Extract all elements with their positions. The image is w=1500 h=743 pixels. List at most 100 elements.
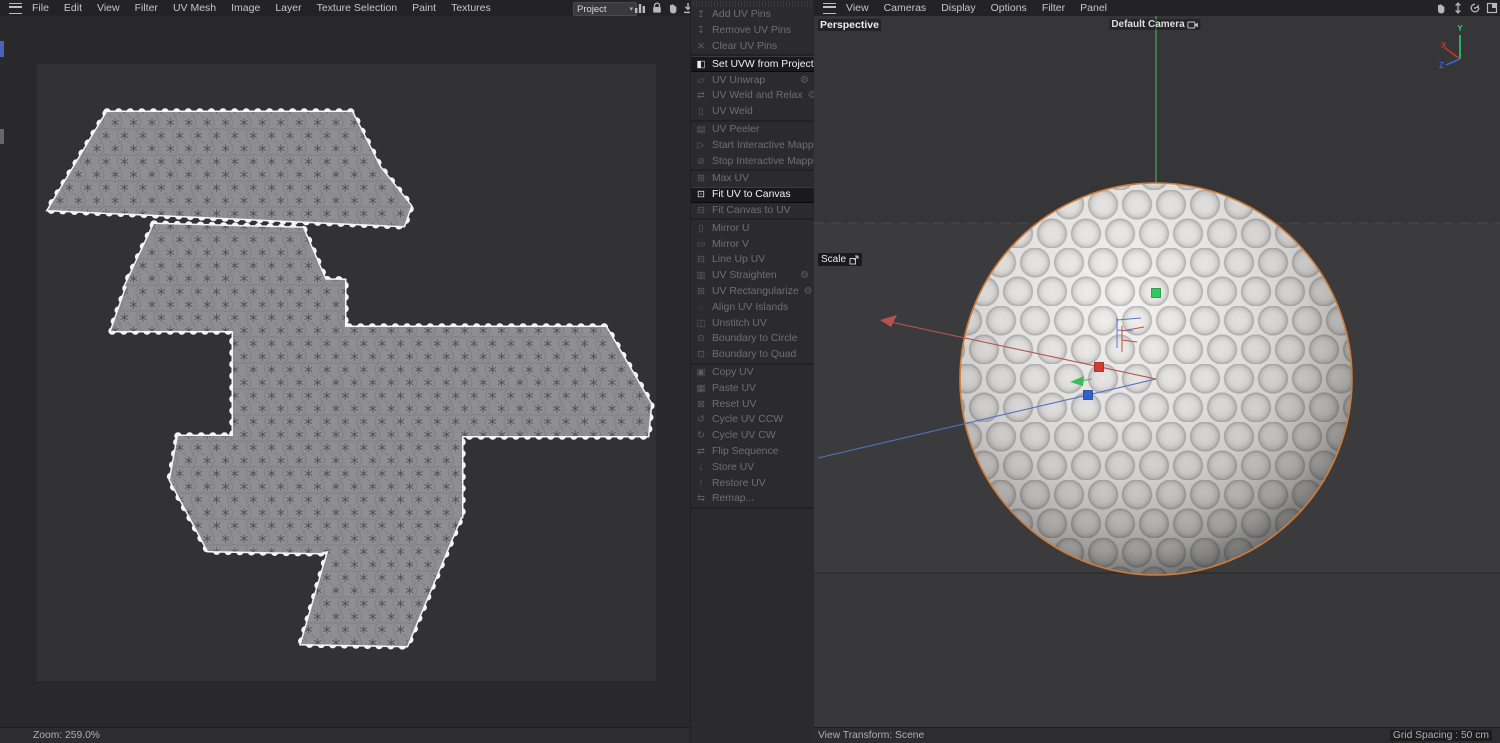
hamburger-menu-icon[interactable]	[9, 3, 22, 14]
project-dropdown[interactable]: Project ▾	[573, 2, 637, 16]
command-group: ▯Mirror U▭Mirror V⊟Line Up UV▥UV Straigh…	[691, 220, 814, 364]
menu-item-uv-mesh[interactable]: UV Mesh	[173, 2, 216, 14]
cycle-uv-ccw-icon: ↺	[695, 414, 707, 425]
uv-texture-view	[0, 16, 690, 727]
project-dropdown-label: Project	[577, 4, 607, 15]
command-set-uvw-from-projection[interactable]: ◧Set UVW from Projection⚙	[691, 56, 814, 72]
menu-item-edit[interactable]: Edit	[64, 2, 82, 14]
command-label: Mirror U	[712, 223, 750, 234]
command-label: Restore UV	[712, 478, 766, 489]
viewport-camera-label[interactable]: Default Camera	[1109, 19, 1200, 30]
x-scale-handle[interactable]	[1095, 363, 1104, 372]
max-uv-icon: ⊞	[695, 173, 707, 184]
viewport-view-label[interactable]: Perspective	[818, 19, 881, 31]
command-label: Add UV Pins	[712, 9, 771, 20]
flip-sequence-icon: ⇄	[695, 446, 707, 457]
mirror-u-icon: ▯	[695, 223, 707, 234]
command-fit-uv-to-canvas[interactable]: ⊡Fit UV to Canvas	[691, 187, 814, 203]
menu-item-options[interactable]: Options	[991, 2, 1027, 14]
command-paste-uv: ▦Paste UV	[691, 380, 814, 396]
command-label: Store UV	[712, 462, 754, 473]
menu-item-textures[interactable]: Textures	[451, 2, 491, 14]
command-unstitch-uv: ◫ Unstitch UV	[691, 315, 814, 331]
command-label: Max UV	[712, 173, 749, 184]
orientation-axis-gizmo[interactable]: Y X Z	[1436, 22, 1482, 68]
command-boundary-to-quad: ⊡Boundary to Quad	[691, 347, 814, 363]
command-cycle-uv-ccw: ↺Cycle UV CCW	[691, 412, 814, 428]
menu-item-filter[interactable]: Filter	[135, 2, 158, 14]
command-group: ◧Set UVW from Projection⚙▱UV Unwrap⚙⇄UV …	[691, 56, 814, 121]
command-label: Stop Interactive Mapping	[712, 156, 814, 167]
left-menubar: File Edit View Filter UV Mesh Image Layer Textu…	[0, 0, 690, 16]
menu-item-view[interactable]: View	[846, 2, 869, 14]
menu-item-layer[interactable]: Layer	[275, 2, 301, 14]
y-scale-handle[interactable]	[1152, 289, 1161, 298]
menu-item-image[interactable]: Image	[231, 2, 260, 14]
align-uv-islands-icon: ◌	[695, 302, 707, 313]
chevron-down-icon: ▾	[629, 5, 633, 13]
command-fit-canvas-to-uv: ⊟ Fit Canvas to UV	[691, 203, 814, 219]
command-label: Align UV Islands	[712, 302, 788, 313]
command-stop-interactive-mapping: ⊘Stop Interactive Mapping	[691, 153, 814, 169]
command-group: ↥Add UV Pins↧Remove UV Pins✕Clear UV Pin…	[691, 7, 814, 56]
menu-item-texture-selection[interactable]: Texture Selection	[317, 2, 398, 14]
command-boundary-to-circle: ⊙ Boundary to Circle	[691, 331, 814, 347]
gear-icon[interactable]: ⚙	[800, 75, 814, 86]
gear-icon[interactable]: ⚙	[804, 286, 814, 297]
command-label: Remove UV Pins	[712, 25, 791, 36]
command-restore-uv: ↑ Restore UV	[691, 475, 814, 491]
command-label: Boundary to Quad	[712, 349, 796, 360]
command-align-uv-islands: ◌ Align UV Islands	[691, 299, 814, 315]
command-group: ▣Copy UV▦Paste UV⊠Reset UV↺Cycle UV CCW↻…	[691, 365, 814, 509]
command-label: Fit Canvas to UV	[712, 205, 791, 216]
menu-item-file[interactable]: File	[32, 2, 49, 14]
menu-item-display[interactable]: Display	[941, 2, 975, 14]
lock-icon[interactable]	[651, 2, 663, 14]
z-scale-handle[interactable]	[1084, 391, 1093, 400]
command-uv-rectangularize: ⊞UV Rectangularize⚙	[691, 284, 814, 300]
command-label: Reset UV	[712, 399, 756, 410]
command-label: UV Peeler	[712, 124, 759, 135]
left-menu-list: File Edit View Filter UV Mesh Image Layer Textu…	[32, 2, 506, 14]
menu-item-paint[interactable]: Paint	[412, 2, 436, 14]
command-mirror-u: ▯ Mirror U	[691, 220, 814, 236]
command-label: Boundary to Circle	[712, 333, 797, 344]
uv-command-list: ↥Add UV Pins↧Remove UV Pins✕Clear UV Pin…	[691, 7, 814, 509]
unstitch-uv-icon: ◫	[695, 318, 707, 329]
command-label: Unstitch UV	[712, 318, 767, 329]
command-mirror-v: ▭Mirror V	[691, 236, 814, 252]
command-label: Remap...	[712, 493, 754, 504]
command-copy-uv: ▣Copy UV	[691, 365, 814, 381]
menu-item-cameras[interactable]: Cameras	[884, 2, 927, 14]
command-store-uv: ↓Store UV	[691, 459, 814, 475]
command-uv-weld: ▯UV Weld	[691, 104, 814, 120]
mirror-v-icon: ▭	[695, 239, 707, 250]
command-label: Clear UV Pins	[712, 41, 777, 52]
gear-icon[interactable]: ⚙	[800, 270, 814, 281]
axis-label-x: X	[1441, 41, 1447, 50]
boundary-to-circle-icon: ⊙	[695, 333, 707, 344]
menu-item-filter[interactable]: Filter	[1042, 2, 1065, 14]
remap-icon: ⇆	[695, 493, 707, 504]
uv-canvas[interactable]	[37, 64, 656, 681]
command-uv-peeler: ▤UV Peeler	[691, 122, 814, 138]
command-uv-weld-and-relax: ⇄UV Weld and Relax⚙	[691, 88, 814, 104]
histogram-icon[interactable]	[634, 2, 646, 14]
viewport-hamburger-icon[interactable]	[823, 3, 836, 14]
view-transform-label: View Transform: Scene	[818, 730, 924, 741]
fit-canvas-to-uv-icon: ⊟	[695, 205, 707, 216]
command-label: Line Up UV	[712, 254, 765, 265]
dock-tool-sliver[interactable]	[0, 129, 4, 144]
menu-item-panel[interactable]: Panel	[1080, 2, 1107, 14]
left-statusbar: Zoom: 259.0%	[0, 727, 690, 743]
perspective-viewport[interactable]: Perspective Default Camera Scale Y X Z	[814, 16, 1500, 727]
restore-uv-icon: ↑	[695, 478, 707, 489]
command-label: UV Unwrap	[712, 75, 765, 86]
dock-tool-active-sliver[interactable]	[0, 41, 4, 57]
menu-item-view[interactable]: View	[97, 2, 120, 14]
command-remove-uv-pins: ↧Remove UV Pins	[691, 23, 814, 39]
command-label: UV Rectangularize	[712, 286, 799, 297]
copy-uv-icon: ▣	[695, 367, 707, 378]
hand-icon[interactable]	[667, 2, 679, 14]
command-label: UV Straighten	[712, 270, 777, 281]
